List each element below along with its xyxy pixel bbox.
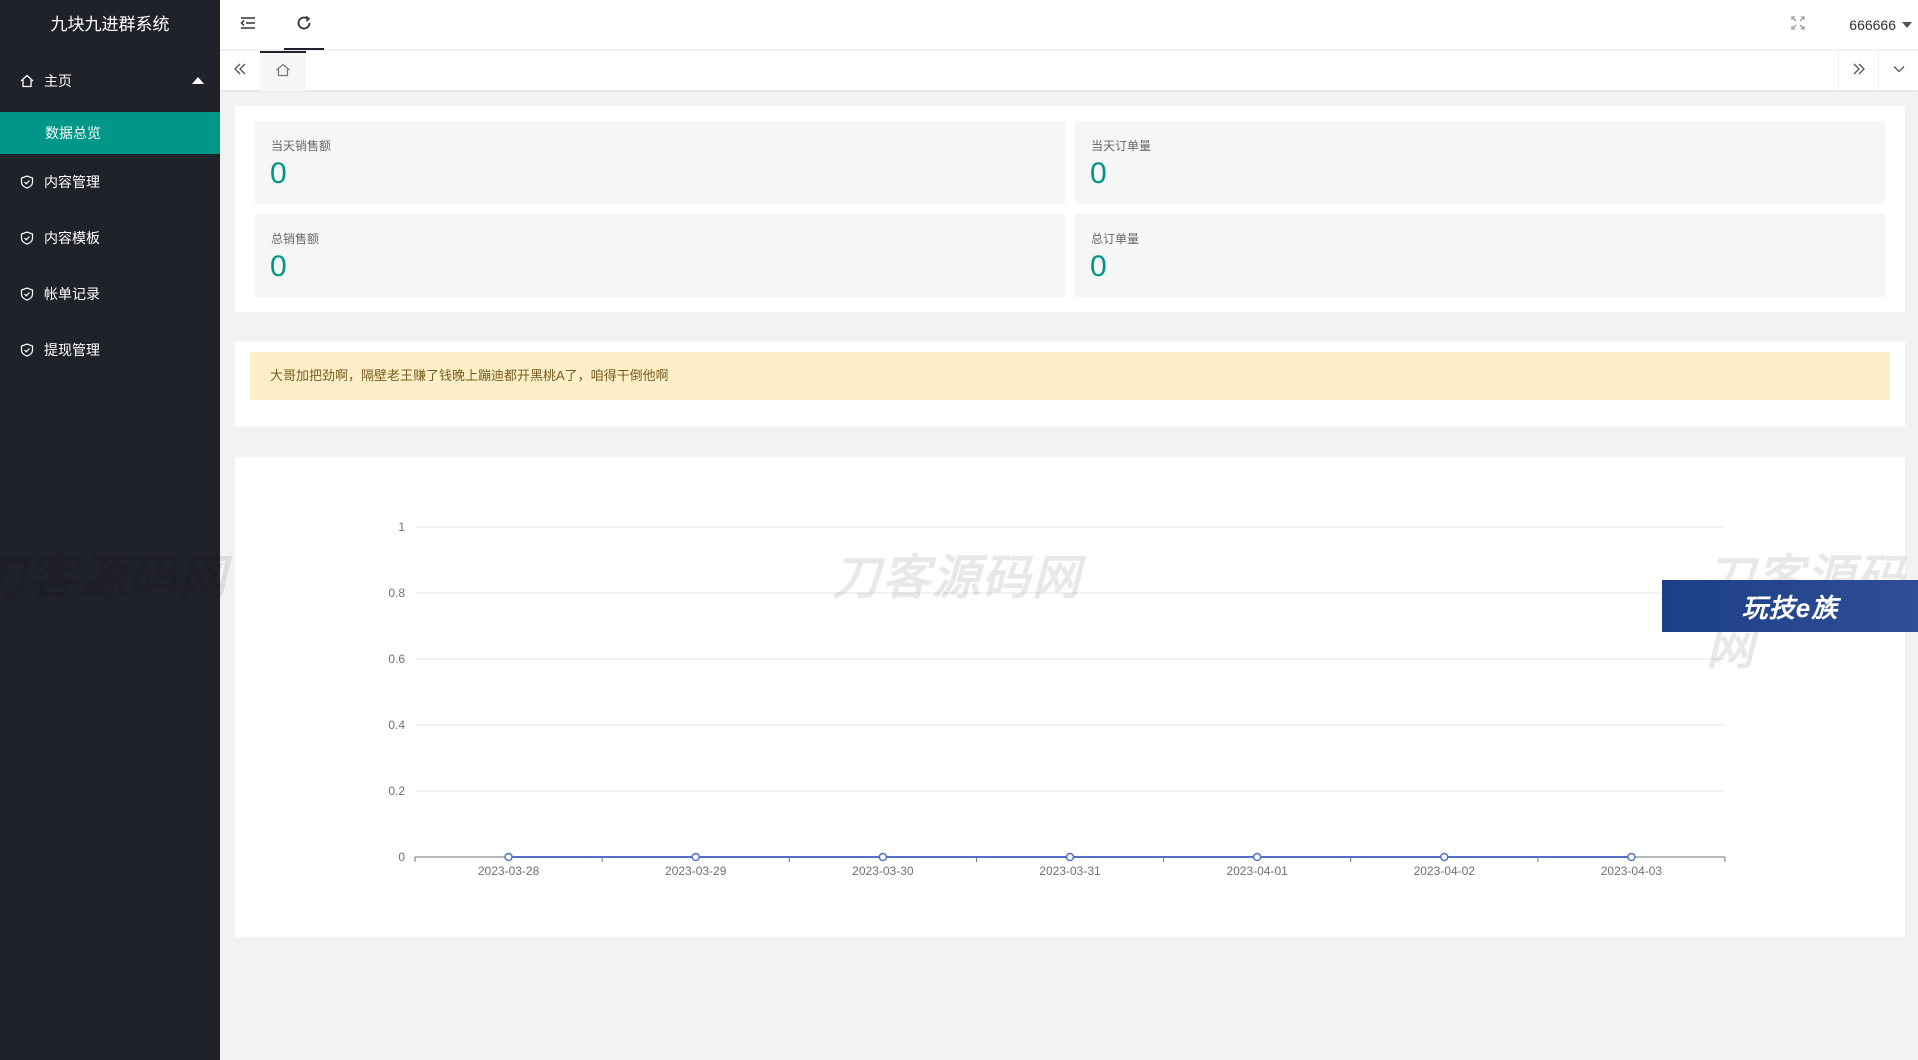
sidebar-item-label: 数据总览 (45, 125, 101, 141)
watermark-text: 刀客源码网 (0, 550, 229, 606)
stat-label: 当天销售额 (271, 139, 332, 153)
chart-card: 0 0.2 0.4 0.6 0.8 1 2023-03-28 2023-03-29 2023-0… (235, 457, 1905, 937)
sidebar: 九块九进群系统 主页 数据总览 内容管理 内容模板 帐单记录 提现管理 (0, 0, 220, 1060)
sidebar-item-data-overview[interactable]: 数据总览 (0, 112, 220, 154)
stat-value: 0 (1090, 157, 1107, 190)
shield-check-icon (20, 343, 34, 357)
tabs-scroll-right-button[interactable] (1838, 51, 1878, 91)
stat-value: 0 (270, 157, 287, 190)
data-point (1252, 852, 1262, 862)
fullscreen-icon (1791, 15, 1805, 35)
data-point (691, 852, 700, 862)
sidebar-item-label: 提现管理 (44, 342, 100, 358)
sidebar-item-label: 帐单记录 (44, 286, 100, 302)
line-chart: 0 0.2 0.4 0.6 0.8 1 2023-03-28 2023-03-29 2023-0… (388, 520, 1726, 878)
data-point (1065, 852, 1075, 862)
app-title: 九块九进群系统 (50, 15, 170, 34)
sidebar-item-label: 内容管理 (44, 174, 100, 190)
x-tick-label: 2023-04-01 (1226, 864, 1288, 878)
tab-home[interactable] (260, 51, 306, 91)
stat-today-sales: 当天销售额 0 (255, 121, 1065, 204)
y-tick-label: 0.4 (388, 718, 405, 732)
sidebar-item-content-management[interactable]: 内容管理 (0, 154, 220, 210)
menu-collapse-button[interactable] (220, 0, 276, 50)
double-left-icon (233, 62, 247, 81)
username: 666666 (1849, 17, 1896, 33)
user-menu[interactable]: 666666 (1849, 0, 1912, 50)
menu-collapse-icon (240, 16, 256, 35)
x-tick-label: 2023-03-31 (1039, 864, 1101, 878)
x-tick-label: 2023-03-28 (478, 864, 540, 878)
x-tick-label: 2023-03-30 (852, 864, 914, 878)
watermark-badge: 玩技e族 (1662, 580, 1918, 632)
home-tab-icon (275, 63, 291, 82)
sidebar-item-content-template[interactable]: 内容模板 (0, 210, 220, 266)
data-point (1440, 852, 1449, 862)
y-tick-label: 0.6 (388, 652, 405, 666)
caret-up-icon (192, 77, 204, 84)
tabs-bar (220, 51, 1918, 91)
tabs-scroll-left-button[interactable] (220, 51, 260, 91)
fullscreen-button[interactable] (1770, 0, 1826, 50)
stat-total-orders: 总订单量 0 (1075, 214, 1885, 297)
shield-check-icon (20, 287, 34, 301)
notice-banner: 大哥加把劲啊，隔壁老王赚了钱晚上蹦迪都开黑桃A了，咱得干倒他啊 (250, 352, 1890, 400)
x-tick-label: 2023-04-02 (1414, 864, 1476, 878)
x-tick-label: 2023-04-03 (1601, 864, 1663, 878)
refresh-icon (296, 15, 312, 36)
refresh-button[interactable] (276, 0, 332, 50)
y-tick-label: 0.2 (388, 784, 405, 798)
sidebar-item-withdrawal-management[interactable]: 提现管理 (0, 322, 220, 378)
sidebar-item-billing-records[interactable]: 帐单记录 (0, 266, 220, 322)
stat-total-sales: 总销售额 0 (255, 214, 1065, 297)
stat-value: 0 (270, 250, 287, 283)
home-icon (20, 74, 34, 88)
top-header: 666666 (220, 0, 1918, 50)
y-tick-label: 0.8 (388, 586, 405, 600)
tabs-menu-button[interactable] (1878, 51, 1918, 91)
shield-check-icon (20, 231, 34, 245)
stat-label: 总订单量 (1091, 232, 1140, 246)
chevron-down-icon (1892, 62, 1906, 81)
y-tick-label: 1 (398, 520, 405, 534)
stat-value: 0 (1090, 250, 1107, 283)
sidebar-item-home[interactable]: 主页 (0, 53, 220, 109)
stats-card: 当天销售额 0 当天订单量 0 总销售额 0 总订单量 0 (235, 106, 1905, 312)
data-point (1627, 852, 1636, 862)
data-point (878, 852, 888, 862)
stat-today-orders: 当天订单量 0 (1075, 121, 1885, 204)
x-tick-label: 2023-03-29 (665, 864, 727, 878)
watermark-text: 刀客源码网 (832, 550, 1083, 606)
data-point (504, 852, 513, 862)
sidebar-item-label: 主页 (44, 73, 72, 89)
stat-label: 当天订单量 (1091, 139, 1152, 153)
shield-check-icon (20, 175, 34, 189)
sidebar-item-label: 内容模板 (44, 230, 100, 246)
caret-down-icon (1902, 22, 1912, 28)
double-right-icon (1852, 62, 1866, 81)
stat-label: 总销售额 (271, 232, 320, 246)
y-tick-label: 0 (398, 850, 405, 864)
